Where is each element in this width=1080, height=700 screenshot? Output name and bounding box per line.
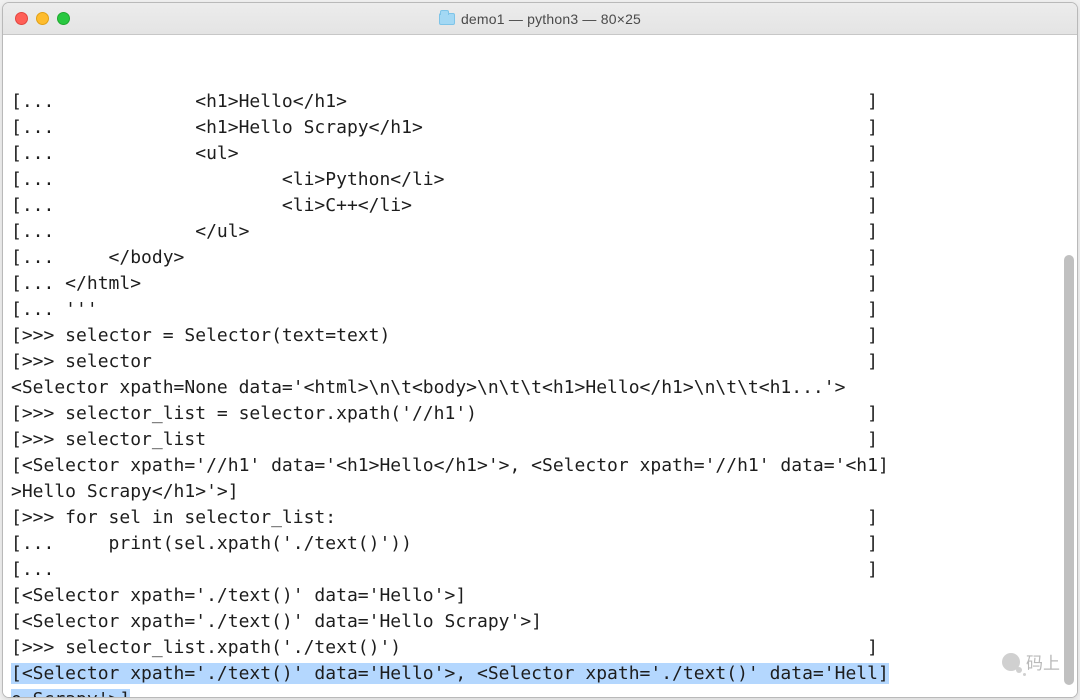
- terminal-line-highlighted: o Scrapy'>]: [11, 687, 1067, 697]
- terminal-line: [>>> selector_list = selector.xpath('//h…: [11, 401, 1067, 427]
- terminal-line: [... <h1>Hello Scrapy</h1> ]: [11, 115, 1067, 141]
- terminal-line: [>>> for sel in selector_list: ]: [11, 505, 1067, 531]
- terminal-line: [... </html> ]: [11, 271, 1067, 297]
- wechat-icon: [1002, 653, 1020, 671]
- terminal-line: [<Selector xpath='./text()' data='Hello …: [11, 609, 1067, 635]
- terminal-line: [>>> selector_list ]: [11, 427, 1067, 453]
- terminal-line: [... <li>Python</li> ]: [11, 167, 1067, 193]
- terminal-lines: [... <h1>Hello</h1> ][... <h1>Hello Scra…: [11, 89, 1067, 697]
- terminal-window: demo1 — python3 — 80×25 [... <h1>Hello</…: [2, 2, 1078, 698]
- minimize-button[interactable]: [36, 12, 49, 25]
- scrollbar-thumb[interactable]: [1064, 255, 1074, 685]
- terminal-line: [... ]: [11, 557, 1067, 583]
- terminal-line: [<Selector xpath='//h1' data='<h1>Hello<…: [11, 453, 1067, 479]
- terminal-line: [>>> selector_list.xpath('./text()') ]: [11, 635, 1067, 661]
- terminal-line: <Selector xpath=None data='<html>\n\t<bo…: [11, 375, 1067, 401]
- titlebar[interactable]: demo1 — python3 — 80×25: [3, 3, 1077, 35]
- folder-icon: [439, 13, 455, 25]
- watermark: 码上: [1002, 649, 1060, 674]
- terminal-line: [>>> selector ]: [11, 349, 1067, 375]
- scrollbar-track[interactable]: [1061, 35, 1077, 697]
- terminal-line: [... </body> ]: [11, 245, 1067, 271]
- terminal-line: [... </ul> ]: [11, 219, 1067, 245]
- terminal-line: [... <ul> ]: [11, 141, 1067, 167]
- terminal-line: [>>> selector = Selector(text=text) ]: [11, 323, 1067, 349]
- terminal-line: [... ''' ]: [11, 297, 1067, 323]
- terminal-line: [... <h1>Hello</h1> ]: [11, 89, 1067, 115]
- terminal-line: [... print(sel.xpath('./text()')) ]: [11, 531, 1067, 557]
- window-title: demo1 — python3 — 80×25: [461, 11, 641, 27]
- terminal-line: [<Selector xpath='./text()' data='Hello'…: [11, 583, 1067, 609]
- close-button[interactable]: [15, 12, 28, 25]
- terminal-viewport[interactable]: [... <h1>Hello</h1> ][... <h1>Hello Scra…: [3, 35, 1077, 697]
- terminal-line: [... <li>C++</li> ]: [11, 193, 1067, 219]
- zoom-button[interactable]: [57, 12, 70, 25]
- traffic-lights: [3, 12, 70, 25]
- terminal-line: >Hello Scrapy</h1>'>]: [11, 479, 1067, 505]
- terminal-line-highlighted: [<Selector xpath='./text()' data='Hello'…: [11, 661, 1067, 687]
- watermark-text: 码上: [1026, 649, 1060, 674]
